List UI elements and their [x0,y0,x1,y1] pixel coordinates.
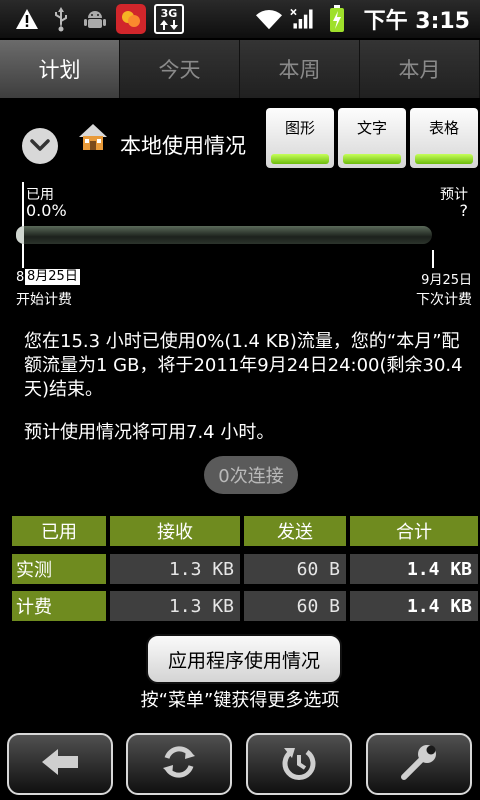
table-header-used: 已用 [12,516,106,546]
tab-plan[interactable]: 计划 [0,40,120,98]
reset-icon [279,742,319,786]
view-text-button[interactable]: 文字 [338,108,406,168]
tab-bar: 计划 今天 本周 本月 [0,40,480,98]
home-icon [76,120,110,154]
settings-button[interactable] [366,733,472,795]
usb-icon [48,6,74,32]
view-graph-label: 图形 [284,119,315,137]
view-table-button[interactable]: 表格 [410,108,478,168]
measured-sent: 60 B [244,554,346,584]
section-title: 本地使用情况 [120,134,246,158]
view-text-label: 文字 [356,119,387,137]
view-text-indicator [343,154,401,164]
wrench-icon [398,741,440,787]
chevron-down-icon [30,137,50,156]
back-arrow-icon [40,747,80,781]
app-notification-icon [116,4,146,34]
menu-hint: 按“菜单”键获得更多选项 [140,690,340,711]
back-button[interactable] [7,733,113,795]
tab-month[interactable]: 本月 [360,40,480,98]
projected-value: ? [459,201,469,220]
warning-icon [14,6,40,32]
battery-charging-icon [324,5,350,32]
end-date: 9月25日 [421,273,472,288]
row-label-billed: 计费 [12,591,106,621]
refresh-icon [159,742,199,786]
usage-progress-fill [16,226,24,244]
3g-icon: 3G [154,4,184,34]
clock: 下午 3:15 [363,9,470,34]
app-usage-button[interactable]: 应用程序使用情况 [146,634,342,684]
start-marker-line [22,182,24,268]
start-tick: 8 [16,270,25,285]
view-graph-button[interactable]: 图形 [266,108,334,168]
start-date: 8月25日 [25,269,80,285]
table-header-sent: 发送 [244,516,346,546]
tab-week[interactable]: 本周 [240,40,360,98]
end-label: 下次计费 [416,292,472,308]
signal-icon [289,6,316,32]
table-header-received: 接收 [110,516,240,546]
measured-total: 1.4 KB [350,554,478,584]
expand-button[interactable] [22,128,58,164]
wifi-icon [255,6,282,32]
usage-forecast: 预计使用情况将可用7.4 小时。 [24,422,275,443]
android-debug-icon [82,6,108,32]
start-label: 开始计费 [16,292,72,308]
tab-today[interactable]: 今天 [120,40,240,98]
row-label-measured: 实测 [12,554,106,584]
connections-button[interactable]: 0次连接 [204,456,298,494]
status-bar: 3G 下午 3:15 [0,0,480,38]
view-table-label: 表格 [428,119,459,137]
table-header-total: 合计 [350,516,478,546]
usage-progress-bar [16,226,432,244]
reset-button[interactable] [246,733,352,795]
end-marker-line [432,250,434,268]
view-graph-indicator [271,154,329,164]
used-value: 0.0% [26,201,67,220]
billed-total: 1.4 KB [350,591,478,621]
refresh-button[interactable] [126,733,232,795]
usage-summary: 您在15.3 小时已使用0%(1.4 KB)流量，您的“本月”配额流量为1 GB… [24,331,463,400]
billed-sent: 60 B [244,591,346,621]
view-table-indicator [415,154,473,164]
measured-received: 1.3 KB [110,554,240,584]
billed-received: 1.3 KB [110,591,240,621]
